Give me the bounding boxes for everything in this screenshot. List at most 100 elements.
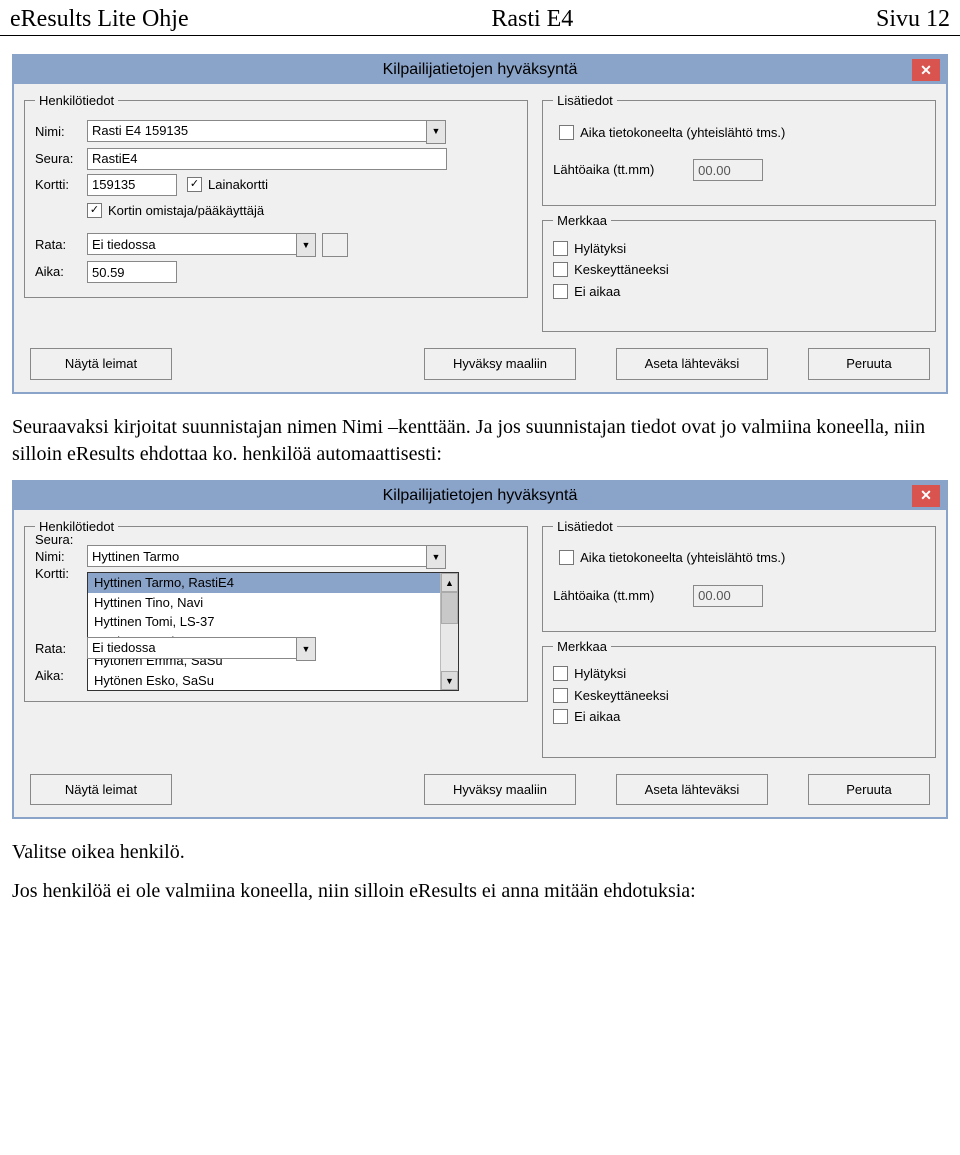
label-lahtoaika: Lähtöaika (tt.mm) — [553, 161, 693, 179]
legend-merkkaa: Merkkaa — [553, 212, 611, 230]
group-merkkaa: Merkkaa Hylätyksi Keskeyttäneeksi Ei aik… — [542, 212, 936, 332]
ei-aikaa-checkbox[interactable]: Ei aikaa — [553, 283, 925, 301]
label-rata: Rata: — [35, 236, 87, 254]
label-aika-tk: Aika tietokoneelta (yhteislähtö tms.) — [580, 124, 785, 142]
label-kortin-omistaja: Kortin omistaja/pääkäyttäjä — [108, 202, 264, 220]
label-nimi: Nimi: — [35, 548, 87, 566]
dropdown-item[interactable]: Hyttinen Tarmo, RastiE4 — [88, 573, 458, 593]
header-center: Rasti E4 — [491, 6, 573, 33]
checkbox-icon — [553, 666, 568, 681]
dropdown-icon[interactable]: ▼ — [296, 637, 316, 661]
checkbox-icon: ✓ — [87, 203, 102, 218]
seura-input[interactable] — [87, 148, 447, 170]
aseta-lahtevaksi-button[interactable]: Aseta lähteväksi — [616, 774, 768, 806]
page-header: eResults Lite Ohje Rasti E4 Sivu 12 — [0, 0, 960, 36]
label-kortti: Kortti: — [35, 176, 87, 194]
paragraph-1: Seuraavaksi kirjoitat suunnistajan nimen… — [12, 414, 948, 468]
keskeyttaneeksi-checkbox[interactable]: Keskeyttäneeksi — [553, 687, 925, 705]
dropdown-icon[interactable]: ▼ — [296, 233, 316, 257]
scroll-down-icon[interactable]: ▼ — [441, 671, 458, 690]
dropdown-icon[interactable]: ▼ — [426, 120, 446, 144]
label-keskeytt: Keskeyttäneeksi — [574, 687, 669, 705]
dialog-title-text: Kilpailijatietojen hyväksyntä — [14, 485, 946, 507]
lainakortti-checkbox[interactable]: ✓ Lainakortti — [187, 176, 268, 194]
dropdown-item[interactable]: Hytönen Esko, SaSu — [88, 671, 458, 691]
rata-aux-button[interactable] — [322, 233, 348, 257]
rata-select[interactable] — [87, 637, 296, 659]
lahtoaika-input — [693, 159, 763, 181]
label-keskeytt: Keskeyttäneeksi — [574, 261, 669, 279]
dropdown-item[interactable]: Hyttinen Tino, Navi — [88, 593, 458, 613]
aseta-lahtevaksi-button[interactable]: Aseta lähteväksi — [616, 348, 768, 380]
scrollbar[interactable]: ▲ ▼ — [440, 573, 458, 690]
checkbox-icon — [553, 241, 568, 256]
nayta-leimat-button[interactable]: Näytä leimat — [30, 348, 172, 380]
label-lainakortti: Lainakortti — [208, 176, 268, 194]
legend-lisatiedot: Lisätiedot — [553, 518, 617, 536]
dialog-2: Kilpailijatietojen hyväksyntä ✕ Henkilöt… — [12, 480, 948, 820]
rata-select[interactable] — [87, 233, 296, 255]
label-nimi: Nimi: — [35, 123, 87, 141]
label-seura: Seura: — [35, 150, 87, 168]
scroll-up-icon[interactable]: ▲ — [441, 573, 458, 592]
kortin-omistaja-checkbox[interactable]: ✓ Kortin omistaja/pääkäyttäjä — [87, 202, 264, 220]
aika-tk-checkbox[interactable]: Aika tietokoneelta (yhteislähtö tms.) — [559, 124, 785, 142]
dialog-title-text: Kilpailijatietojen hyväksyntä — [14, 59, 946, 81]
hyvaksy-maaliin-button[interactable]: Hyväksy maaliin — [424, 774, 576, 806]
group-lisatiedot: Lisätiedot Aika tietokoneelta (yhteisläh… — [542, 518, 936, 632]
aika-tk-checkbox[interactable]: Aika tietokoneelta (yhteislähtö tms.) — [559, 549, 785, 567]
legend-merkkaa: Merkkaa — [553, 638, 611, 656]
checkbox-icon: ✓ — [187, 177, 202, 192]
hylatyksi-checkbox[interactable]: Hylätyksi — [553, 665, 925, 683]
label-hylatyksi: Hylätyksi — [574, 665, 626, 683]
label-kortti: Kortti: — [35, 565, 69, 583]
button-bar: Näytä leimat Hyväksy maaliin Aseta lähte… — [24, 338, 936, 382]
aika-input[interactable] — [87, 261, 177, 283]
dropdown-item[interactable]: Hyttinen Tomi, LS-37 — [88, 612, 458, 632]
close-icon[interactable]: ✕ — [912, 485, 940, 507]
label-rata: Rata: — [35, 640, 87, 658]
group-lisatiedot: Lisätiedot Aika tietokoneelta (yhteisläh… — [542, 92, 936, 206]
checkbox-icon — [553, 709, 568, 724]
scroll-thumb[interactable] — [441, 592, 458, 624]
kortti-input[interactable] — [87, 174, 177, 196]
nimi-dropdown-list[interactable]: Hyttinen Tarmo, RastiE4 Hyttinen Tino, N… — [87, 572, 459, 691]
group-henkilotiedot: Henkilötiedot Nimi: ▼ Hyttinen Tarmo, Ra… — [24, 518, 528, 702]
header-left: eResults Lite Ohje — [10, 6, 189, 33]
label-aika: Aika: — [35, 667, 87, 685]
checkbox-icon — [553, 688, 568, 703]
header-right: Sivu 12 — [876, 6, 950, 33]
label-seura: Seura: — [35, 531, 73, 549]
dialog-title-bar: Kilpailijatietojen hyväksyntä ✕ — [14, 482, 946, 510]
checkbox-icon — [553, 262, 568, 277]
label-aika: Aika: — [35, 263, 87, 281]
hyvaksy-maaliin-button[interactable]: Hyväksy maaliin — [424, 348, 576, 380]
dialog-title-bar: Kilpailijatietojen hyväksyntä ✕ — [14, 56, 946, 84]
nimi-input[interactable] — [87, 120, 426, 142]
hylatyksi-checkbox[interactable]: Hylätyksi — [553, 240, 925, 258]
label-ei-aikaa: Ei aikaa — [574, 708, 620, 726]
ei-aikaa-checkbox[interactable]: Ei aikaa — [553, 708, 925, 726]
button-bar: Näytä leimat Hyväksy maaliin Aseta lähte… — [24, 764, 936, 808]
label-hylatyksi: Hylätyksi — [574, 240, 626, 258]
paragraph-2: Valitse oikea henkilö. — [12, 839, 948, 866]
dropdown-icon[interactable]: ▼ — [426, 545, 446, 569]
legend-lisatiedot: Lisätiedot — [553, 92, 617, 110]
nimi-input[interactable] — [87, 545, 426, 567]
peruuta-button[interactable]: Peruuta — [808, 774, 930, 806]
label-lahtoaika: Lähtöaika (tt.mm) — [553, 587, 693, 605]
checkbox-icon — [559, 125, 574, 140]
group-merkkaa: Merkkaa Hylätyksi Keskeyttäneeksi Ei aik… — [542, 638, 936, 758]
peruuta-button[interactable]: Peruuta — [808, 348, 930, 380]
checkbox-icon — [559, 550, 574, 565]
group-henkilotiedot: Henkilötiedot Nimi: ▼ Seura: Kortti: — [24, 92, 528, 298]
paragraph-3: Jos henkilöä ei ole valmiina koneella, n… — [12, 878, 948, 905]
label-ei-aikaa: Ei aikaa — [574, 283, 620, 301]
close-icon[interactable]: ✕ — [912, 59, 940, 81]
lahtoaika-input — [693, 585, 763, 607]
label-aika-tk: Aika tietokoneelta (yhteislähtö tms.) — [580, 549, 785, 567]
nayta-leimat-button[interactable]: Näytä leimat — [30, 774, 172, 806]
keskeyttaneeksi-checkbox[interactable]: Keskeyttäneeksi — [553, 261, 925, 279]
checkbox-icon — [553, 284, 568, 299]
dialog-1: Kilpailijatietojen hyväksyntä ✕ Henkilöt… — [12, 54, 948, 394]
